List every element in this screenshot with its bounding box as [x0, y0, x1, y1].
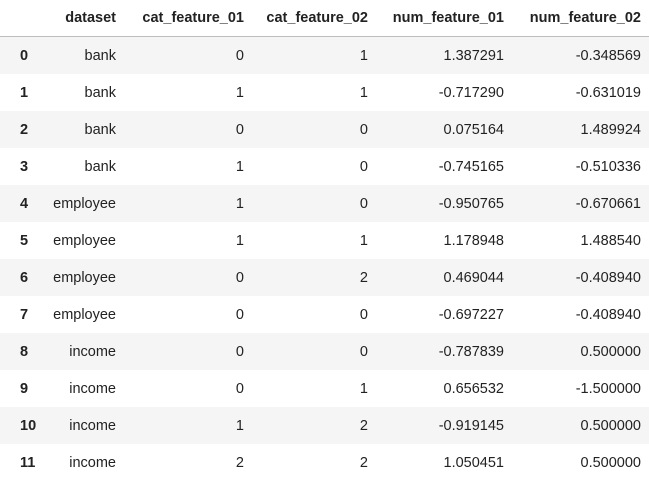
cell-cat-feature-02: 1 — [359, 47, 368, 64]
cell-cat-feature-02: 2 — [359, 454, 368, 471]
cell-cat-feature-02: 0 — [359, 195, 368, 212]
cell-num-feature-01: -0.950765 — [438, 195, 504, 212]
cell-dataset: bank — [84, 47, 116, 64]
dataframe-table: dataset cat_feature_01 cat_feature_02 nu… — [0, 0, 649, 481]
cell-cat-feature-01: 1 — [235, 195, 244, 212]
cell-num-feature-01: 1.178948 — [443, 232, 504, 249]
cell-cat-feature-02: 0 — [359, 121, 368, 138]
row-index: 10 — [20, 417, 37, 434]
cell-num-feature-01: -0.745165 — [438, 158, 504, 175]
row-index: 5 — [20, 232, 29, 249]
table-row: 6 employee 0 2 0.469044 -0.408940 — [0, 259, 649, 296]
cell-dataset: income — [69, 380, 116, 397]
cell-cat-feature-01: 0 — [235, 121, 244, 138]
cell-num-feature-01: 0.469044 — [443, 269, 504, 286]
cell-dataset: income — [69, 454, 116, 471]
row-index: 8 — [20, 343, 29, 360]
table-row: 9 income 0 1 0.656532 -1.500000 — [0, 370, 649, 407]
cell-cat-feature-02: 1 — [359, 232, 368, 249]
cell-num-feature-01: -0.919145 — [438, 417, 504, 434]
cell-cat-feature-02: 2 — [359, 417, 368, 434]
cell-num-feature-01: -0.717290 — [438, 84, 504, 101]
column-header-cat-feature-01: cat_feature_01 — [124, 0, 252, 37]
cell-dataset: employee — [53, 195, 116, 212]
table-body: 0 bank 0 1 1.387291 -0.348569 1 bank 1 1… — [0, 36, 649, 482]
row-index: 9 — [20, 380, 29, 397]
column-header-dataset: dataset — [34, 0, 124, 37]
cell-cat-feature-02: 2 — [359, 269, 368, 286]
table-row: 3 bank 1 0 -0.745165 -0.510336 — [0, 148, 649, 185]
cell-cat-feature-02: 1 — [359, 380, 368, 397]
cell-cat-feature-01: 1 — [235, 232, 244, 249]
table-row: 4 employee 1 0 -0.950765 -0.670661 — [0, 185, 649, 222]
table-row: 7 employee 0 0 -0.697227 -0.408940 — [0, 296, 649, 333]
column-header-num-feature-02: num_feature_02 — [512, 0, 649, 37]
column-header-cat-feature-02: cat_feature_02 — [252, 0, 376, 37]
cell-num-feature-01: -0.787839 — [438, 343, 504, 360]
row-index: 0 — [20, 47, 29, 64]
column-header-num-feature-01: num_feature_01 — [376, 0, 512, 37]
cell-dataset: income — [69, 417, 116, 434]
cell-dataset: bank — [84, 158, 116, 175]
cell-num-feature-02: -0.631019 — [575, 84, 641, 101]
table-row: 2 bank 0 0 0.075164 1.489924 — [0, 111, 649, 148]
table-header: dataset cat_feature_01 cat_feature_02 nu… — [0, 0, 649, 37]
cell-num-feature-02: -0.408940 — [575, 269, 641, 286]
cell-num-feature-02: -0.670661 — [575, 195, 641, 212]
cell-cat-feature-01: 0 — [235, 343, 244, 360]
cell-num-feature-01: -0.697227 — [438, 306, 504, 323]
cell-num-feature-02: 0.500000 — [580, 417, 641, 434]
cell-dataset: income — [69, 343, 116, 360]
cell-cat-feature-01: 0 — [235, 380, 244, 397]
cell-cat-feature-02: 0 — [359, 158, 368, 175]
cell-cat-feature-02: 0 — [359, 343, 368, 360]
table-row: 10 income 1 2 -0.919145 0.500000 — [0, 407, 649, 444]
row-index: 7 — [20, 306, 29, 323]
cell-num-feature-02: 1.488540 — [580, 232, 641, 249]
cell-num-feature-02: -0.510336 — [575, 158, 641, 175]
table-row: 1 bank 1 1 -0.717290 -0.631019 — [0, 74, 649, 111]
cell-dataset: bank — [84, 121, 116, 138]
cell-num-feature-02: 0.500000 — [580, 343, 641, 360]
cell-cat-feature-01: 1 — [235, 158, 244, 175]
cell-num-feature-02: 0.500000 — [580, 454, 641, 471]
cell-cat-feature-01: 1 — [235, 417, 244, 434]
cell-dataset: employee — [53, 232, 116, 249]
cell-dataset: employee — [53, 306, 116, 323]
table-row: 11 income 2 2 1.050451 0.500000 — [0, 444, 649, 481]
row-index: 4 — [20, 195, 29, 212]
cell-num-feature-02: -0.348569 — [575, 47, 641, 64]
cell-num-feature-01: 1.050451 — [443, 454, 504, 471]
row-index: 1 — [20, 84, 29, 101]
cell-num-feature-02: 1.489924 — [580, 121, 641, 138]
table-row: 8 income 0 0 -0.787839 0.500000 — [0, 333, 649, 370]
cell-cat-feature-01: 0 — [235, 269, 244, 286]
cell-num-feature-02: -1.500000 — [575, 380, 641, 397]
cell-num-feature-02: -0.408940 — [575, 306, 641, 323]
cell-cat-feature-01: 0 — [235, 306, 244, 323]
cell-num-feature-01: 0.656532 — [443, 380, 504, 397]
row-index: 2 — [20, 121, 29, 138]
table-row: 5 employee 1 1 1.178948 1.488540 — [0, 222, 649, 259]
cell-dataset: employee — [53, 269, 116, 286]
cell-cat-feature-01: 0 — [235, 47, 244, 64]
cell-cat-feature-01: 1 — [235, 84, 244, 101]
header-row: dataset cat_feature_01 cat_feature_02 nu… — [0, 0, 649, 37]
cell-cat-feature-02: 0 — [359, 306, 368, 323]
column-header-index — [0, 0, 34, 37]
cell-num-feature-01: 1.387291 — [443, 47, 504, 64]
cell-num-feature-01: 0.075164 — [443, 121, 504, 138]
cell-cat-feature-02: 1 — [359, 84, 368, 101]
cell-cat-feature-01: 2 — [235, 454, 244, 471]
row-index: 6 — [20, 269, 29, 286]
row-index: 3 — [20, 158, 29, 175]
row-index: 11 — [20, 454, 36, 471]
cell-dataset: bank — [84, 84, 116, 101]
table-row: 0 bank 0 1 1.387291 -0.348569 — [0, 36, 649, 74]
